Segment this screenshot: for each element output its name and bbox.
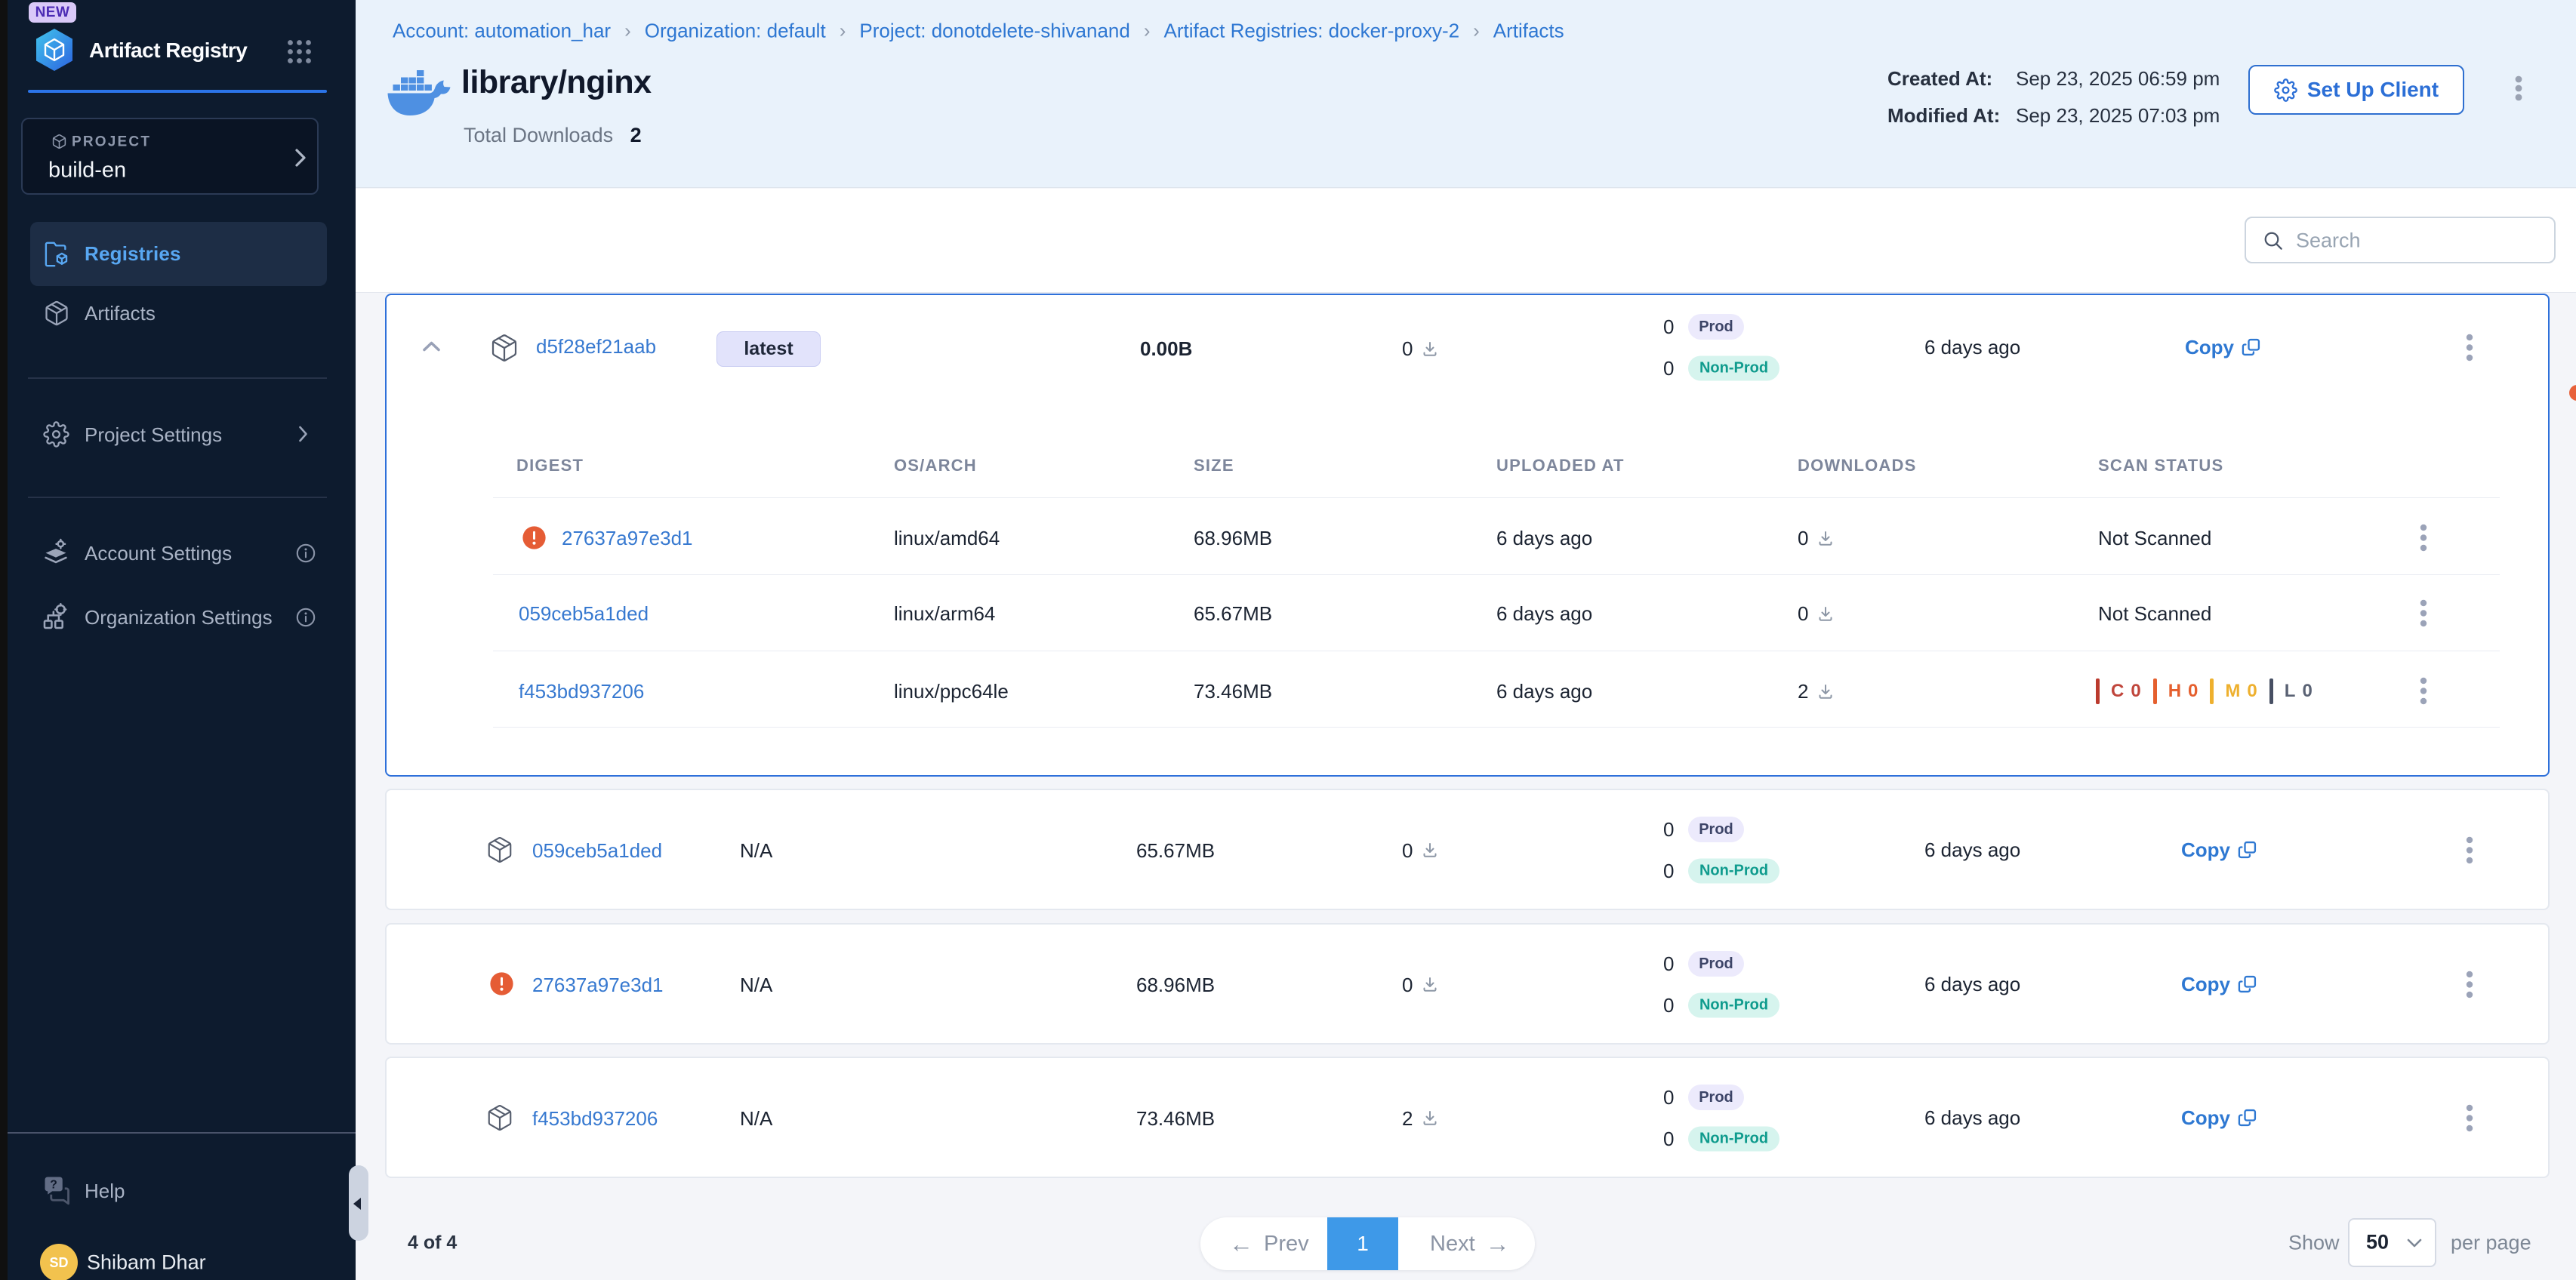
svg-text:?: ? bbox=[50, 1178, 57, 1191]
